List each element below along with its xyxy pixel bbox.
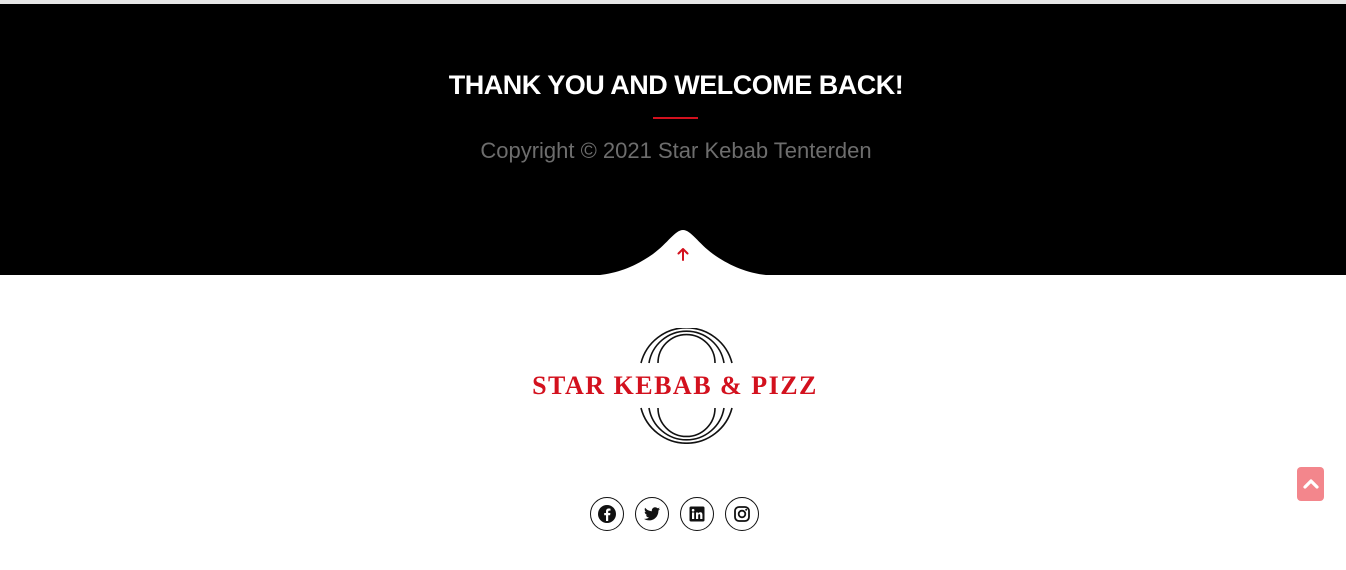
- facebook-icon: [598, 505, 616, 523]
- twitter-link[interactable]: [635, 497, 669, 531]
- back-to-top-button[interactable]: [672, 244, 694, 266]
- instagram-link[interactable]: [725, 497, 759, 531]
- title-divider: [653, 117, 698, 119]
- logo-text: STAR KEBAB & PIZZ: [532, 371, 818, 400]
- twitter-icon: [644, 507, 660, 521]
- copyright-text: Copyright © 2021 Star Kebab Tenterden: [480, 138, 872, 163]
- linkedin-link[interactable]: [680, 497, 714, 531]
- scroll-to-top-button[interactable]: [1297, 467, 1324, 501]
- linkedin-icon: [689, 506, 705, 522]
- instagram-icon: [734, 506, 750, 522]
- facebook-link[interactable]: [590, 497, 624, 531]
- brand-logo[interactable]: STAR KEBAB & PIZZ: [520, 328, 830, 444]
- chevron-up-icon: [1302, 479, 1319, 489]
- footer-title: THANK YOU AND WELCOME BACK!: [448, 70, 904, 100]
- arrow-up-icon: [677, 248, 689, 261]
